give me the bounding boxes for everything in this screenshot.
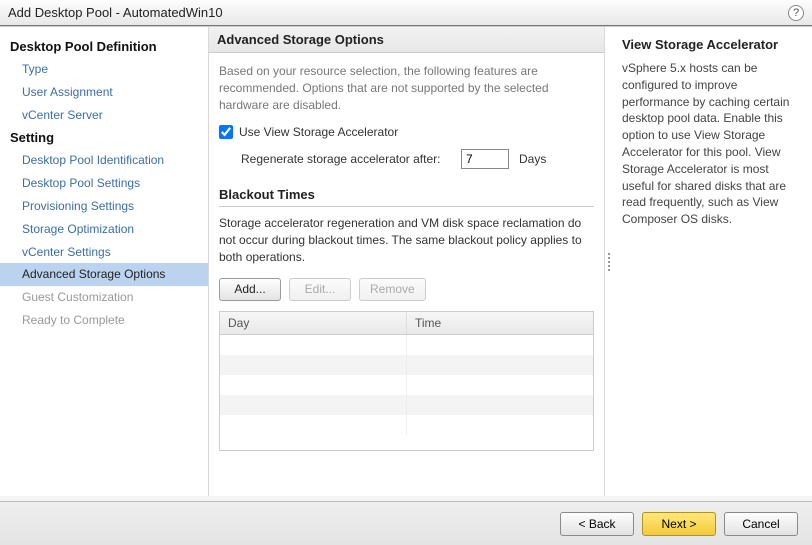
section-description: Based on your resource selection, the fo…	[219, 63, 594, 113]
add-button[interactable]: Add...	[219, 278, 281, 301]
regenerate-label: Regenerate storage accelerator after:	[241, 152, 451, 168]
use-accelerator-checkbox[interactable]	[219, 125, 233, 139]
remove-button: Remove	[359, 278, 426, 301]
blackout-table: Day Time	[219, 311, 594, 451]
regenerate-row: Regenerate storage accelerator after: Da…	[241, 149, 594, 169]
right-panel-body: vSphere 5.x hosts can be configured to i…	[622, 60, 802, 228]
main-area: Advanced Storage Options Based on your r…	[208, 27, 812, 496]
splitter-handle[interactable]	[605, 27, 612, 496]
wizard-sidebar: Desktop Pool Definition Type User Assign…	[0, 27, 208, 496]
sidebar-item-guest-customization: Guest Customization	[0, 286, 208, 309]
table-row[interactable]	[220, 375, 593, 395]
blackout-description: Storage accelerator regeneration and VM …	[219, 215, 594, 265]
titlebar: Add Desktop Pool - AutomatedWin10 ?	[0, 0, 812, 26]
table-header: Day Time	[220, 312, 593, 335]
column-day[interactable]: Day	[220, 312, 407, 334]
center-panel: Advanced Storage Options Based on your r…	[209, 27, 605, 496]
section-header: Advanced Storage Options	[209, 27, 604, 53]
sidebar-item-provisioning-settings[interactable]: Provisioning Settings	[0, 195, 208, 218]
sidebar-heading-setting: Setting	[0, 126, 208, 149]
sidebar-item-ready-to-complete: Ready to Complete	[0, 309, 208, 332]
help-icon[interactable]: ?	[788, 5, 804, 21]
sidebar-item-desktop-pool-identification[interactable]: Desktop Pool Identification	[0, 149, 208, 172]
cancel-button[interactable]: Cancel	[724, 512, 798, 536]
sidebar-heading-definition: Desktop Pool Definition	[0, 35, 208, 58]
table-row[interactable]	[220, 395, 593, 415]
content-area: Desktop Pool Definition Type User Assign…	[0, 26, 812, 496]
sidebar-item-storage-optimization[interactable]: Storage Optimization	[0, 218, 208, 241]
center-body: Based on your resource selection, the fo…	[209, 53, 604, 496]
sidebar-item-desktop-pool-settings[interactable]: Desktop Pool Settings	[0, 172, 208, 195]
regenerate-unit: Days	[519, 152, 546, 166]
table-row[interactable]	[220, 335, 593, 355]
table-row[interactable]	[220, 415, 593, 435]
table-row[interactable]	[220, 355, 593, 375]
blackout-button-row: Add... Edit... Remove	[219, 278, 594, 301]
next-button[interactable]: Next >	[642, 512, 716, 536]
regenerate-days-input[interactable]	[461, 149, 509, 169]
window-title: Add Desktop Pool - AutomatedWin10	[8, 5, 223, 20]
use-accelerator-row[interactable]: Use View Storage Accelerator	[219, 125, 594, 139]
sidebar-item-vcenter-server[interactable]: vCenter Server	[0, 104, 208, 127]
right-panel: View Storage Accelerator vSphere 5.x hos…	[612, 27, 812, 496]
sidebar-item-type[interactable]: Type	[0, 58, 208, 81]
back-button[interactable]: < Back	[560, 512, 634, 536]
use-accelerator-label: Use View Storage Accelerator	[239, 125, 398, 139]
blackout-header: Blackout Times	[219, 183, 594, 207]
sidebar-item-user-assignment[interactable]: User Assignment	[0, 81, 208, 104]
table-body	[220, 335, 593, 435]
sidebar-item-advanced-storage-options[interactable]: Advanced Storage Options	[0, 263, 208, 286]
sidebar-item-vcenter-settings[interactable]: vCenter Settings	[0, 241, 208, 264]
right-panel-title: View Storage Accelerator	[622, 37, 802, 52]
edit-button: Edit...	[289, 278, 351, 301]
column-time[interactable]: Time	[407, 312, 593, 334]
wizard-footer: < Back Next > Cancel	[0, 501, 812, 545]
